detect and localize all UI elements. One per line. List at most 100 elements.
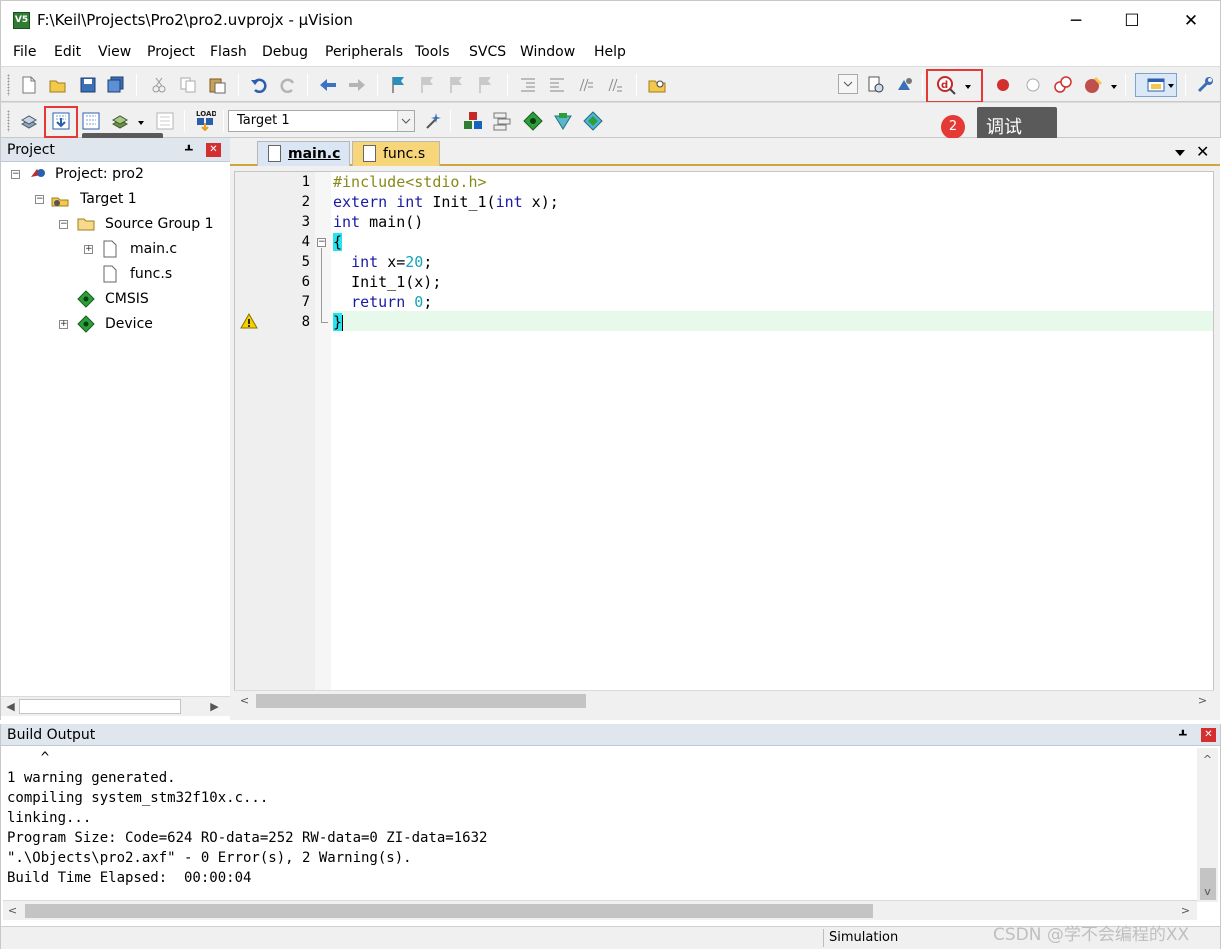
output-horizontal-scrollbar[interactable]: < > — [3, 900, 1197, 920]
minimize-button[interactable]: ─ — [1047, 1, 1105, 41]
scroll-thumb[interactable] — [256, 694, 586, 708]
save-icon[interactable] — [77, 74, 99, 96]
redo-icon[interactable] — [277, 74, 299, 96]
insert-breakpoint-icon[interactable] — [992, 74, 1014, 96]
incremental-find-icon[interactable] — [865, 74, 887, 96]
breakpoints-dropdown-arrow-icon[interactable] — [1111, 85, 1117, 89]
close-tab-icon[interactable]: ✕ — [1196, 142, 1209, 161]
menu-help[interactable]: Help — [594, 44, 626, 60]
menu-peripherals[interactable]: Peripherals — [325, 44, 403, 60]
code-editor[interactable]: 1 2 3 4 5 6 7 8 − #include<stdio.h> exte… — [234, 171, 1214, 691]
toolbar-separator — [507, 74, 508, 96]
toolbar-grip[interactable] — [7, 110, 10, 132]
menu-view[interactable]: View — [98, 44, 131, 60]
open-file-icon[interactable] — [47, 74, 69, 96]
toolbar-separator — [238, 74, 239, 96]
disable-all-breakpoints-icon[interactable] — [1052, 74, 1074, 96]
new-file-icon[interactable] — [18, 74, 40, 96]
collapse-toggle-icon[interactable]: − — [35, 195, 44, 204]
menu-tools[interactable]: Tools — [415, 44, 450, 60]
scroll-up-icon[interactable]: ^ — [1199, 750, 1216, 769]
run-time-environment-icon[interactable] — [582, 110, 604, 132]
menu-debug[interactable]: Debug — [262, 44, 308, 60]
code-token: x= — [387, 253, 406, 271]
paste-icon[interactable] — [206, 74, 228, 96]
code-line-2: extern int Init_1(int x); — [333, 193, 559, 211]
scroll-right-icon[interactable]: ▶ — [206, 697, 223, 716]
project-horizontal-scrollbar[interactable]: ◀ ▶ — [1, 696, 230, 716]
collapse-toggle-icon[interactable]: − — [11, 170, 20, 179]
copy-icon[interactable] — [177, 74, 199, 96]
kill-all-breakpoints-icon[interactable] — [1082, 74, 1104, 96]
code-line-1: #include<stdio.h> — [333, 173, 487, 191]
configure-wrench-icon[interactable] — [1194, 74, 1216, 96]
menu-flash[interactable]: Flash — [210, 44, 247, 60]
uncomment-icon[interactable] — [604, 74, 626, 96]
menu-edit[interactable]: Edit — [54, 44, 81, 60]
insert-bookmark-icon[interactable] — [387, 74, 409, 96]
maximize-button[interactable]: ☐ — [1103, 1, 1161, 41]
options-for-target-icon[interactable] — [423, 110, 445, 132]
code-line-4: { — [333, 233, 343, 251]
scroll-thumb[interactable] — [25, 904, 873, 918]
stop-build-icon[interactable] — [154, 110, 176, 132]
unindent-icon[interactable] — [546, 74, 568, 96]
window-layout-button[interactable] — [1135, 73, 1177, 97]
scroll-left-icon[interactable]: ◀ — [2, 697, 19, 716]
menu-svcs[interactable]: SVCS — [469, 44, 506, 60]
expand-toggle-icon[interactable]: + — [84, 245, 93, 254]
previous-bookmark-icon[interactable] — [416, 74, 438, 96]
menu-file[interactable]: File — [13, 44, 36, 60]
scroll-thumb[interactable] — [19, 699, 181, 714]
menu-project[interactable]: Project — [147, 44, 195, 60]
tab-list-dropdown-icon[interactable] — [1175, 150, 1185, 156]
target-select[interactable]: Target 1 — [228, 110, 415, 132]
menu-window[interactable]: Window — [520, 44, 575, 60]
collapse-toggle-icon[interactable]: − — [59, 220, 68, 229]
manage-rte-icon[interactable] — [522, 110, 544, 132]
save-all-icon[interactable] — [105, 74, 127, 96]
close-button[interactable]: ✕ — [1162, 1, 1220, 41]
output-vertical-scrollbar[interactable]: ^ v — [1197, 748, 1218, 902]
next-bookmark-icon[interactable] — [445, 74, 467, 96]
tab-func-s[interactable]: func.s — [352, 141, 440, 166]
download-load-icon[interactable]: LOAD — [194, 109, 216, 131]
scroll-left-icon[interactable]: < — [4, 901, 21, 920]
enable-breakpoint-icon[interactable] — [1022, 74, 1044, 96]
close-panel-icon[interactable]: ✕ — [206, 143, 221, 157]
clear-bookmarks-icon[interactable] — [474, 74, 496, 96]
rebuild-icon[interactable] — [80, 110, 102, 132]
scroll-left-icon[interactable]: < — [236, 691, 253, 710]
expand-toggle-icon[interactable]: + — [59, 320, 68, 329]
code-line-5: int x=20; — [333, 253, 432, 271]
select-packs-icon[interactable] — [492, 110, 514, 132]
output-line: ^ — [7, 750, 50, 766]
indent-icon[interactable] — [517, 74, 539, 96]
pin-icon[interactable]: ᚆ — [1179, 727, 1187, 741]
fold-collapse-icon[interactable]: − — [317, 238, 326, 247]
toolbar-grip[interactable] — [7, 74, 10, 96]
editor-horizontal-scrollbar[interactable]: < > — [234, 690, 1214, 710]
navigate-back-icon[interactable] — [317, 74, 339, 96]
browse-symbols-icon[interactable] — [894, 74, 916, 96]
build-highlight-box — [44, 106, 78, 138]
find-dropdown[interactable] — [838, 74, 858, 94]
navigate-forward-icon[interactable] — [346, 74, 368, 96]
target-select-value: Target 1 — [237, 113, 290, 128]
find-in-files-icon[interactable] — [646, 74, 668, 96]
scroll-right-icon[interactable]: > — [1194, 691, 1211, 710]
pack-installer-icon[interactable] — [552, 110, 574, 132]
translate-icon[interactable] — [18, 110, 40, 132]
scroll-right-icon[interactable]: > — [1177, 901, 1194, 920]
batch-build-dropdown-arrow-icon[interactable] — [138, 121, 144, 125]
code-token: Init_1(x); — [351, 273, 442, 291]
close-panel-icon[interactable]: ✕ — [1201, 728, 1216, 742]
manage-project-items-icon[interactable] — [462, 110, 484, 132]
scroll-down-icon[interactable]: v — [1199, 882, 1216, 901]
comment-icon[interactable] — [575, 74, 597, 96]
undo-icon[interactable] — [248, 74, 270, 96]
batch-build-icon[interactable] — [110, 110, 132, 132]
cut-icon[interactable] — [148, 74, 170, 96]
tab-main-c[interactable]: main.c — [257, 141, 350, 166]
pin-icon[interactable]: ᚆ — [185, 142, 193, 156]
